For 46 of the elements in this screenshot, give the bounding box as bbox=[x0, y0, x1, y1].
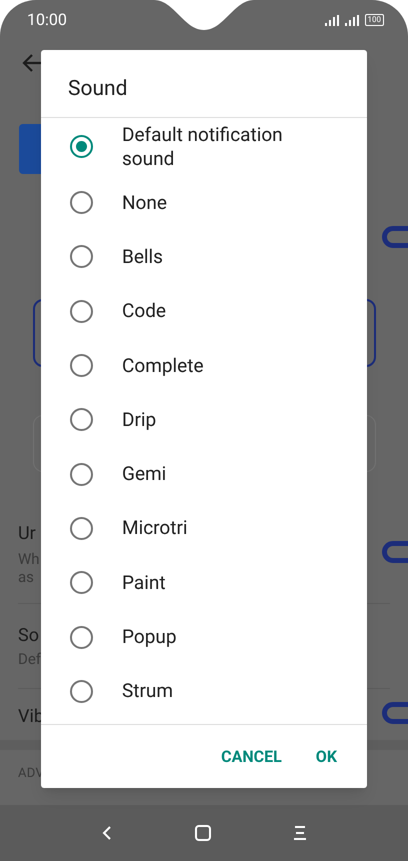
radio-button[interactable] bbox=[70, 191, 93, 214]
option-label: Default notification sound bbox=[122, 122, 284, 170]
setting-title: Ur bbox=[18, 522, 36, 546]
dialog-button[interactable]: OK bbox=[306, 738, 347, 774]
option-label: Bells bbox=[122, 244, 164, 269]
option-label: Popup bbox=[122, 625, 178, 650]
signal-icon bbox=[324, 14, 338, 26]
menu-icon[interactable] bbox=[293, 825, 307, 841]
option-label: Drip bbox=[122, 408, 158, 432]
radio-option[interactable]: Default notification sound bbox=[41, 118, 367, 176]
back-icon[interactable] bbox=[101, 825, 113, 841]
radio-button[interactable] bbox=[70, 462, 93, 486]
option-label: Code bbox=[122, 299, 167, 324]
option-label: Gemi bbox=[122, 462, 168, 486]
option-label: Complete bbox=[122, 354, 205, 378]
signal-icon bbox=[344, 14, 358, 26]
radio-button[interactable] bbox=[70, 300, 93, 323]
radio-button[interactable] bbox=[70, 408, 93, 432]
radio-option[interactable]: Gemi bbox=[41, 446, 367, 502]
status-time: 10:00 bbox=[27, 9, 67, 31]
home-icon[interactable] bbox=[195, 825, 211, 841]
option-label: Paint bbox=[122, 570, 167, 595]
radio-option[interactable]: Drip bbox=[41, 392, 367, 447]
setting-title: So bbox=[18, 624, 39, 648]
radio-option[interactable]: Complete bbox=[41, 338, 367, 393]
radio-option[interactable]: Strum bbox=[41, 664, 367, 718]
radio-option[interactable]: Paint bbox=[41, 556, 367, 610]
radio-button[interactable] bbox=[70, 135, 93, 158]
battery-indicator: 100 bbox=[364, 14, 384, 26]
option-label: None bbox=[122, 190, 168, 215]
radio-option[interactable]: Popup bbox=[41, 610, 367, 664]
back-arrow-icon[interactable] bbox=[21, 52, 43, 74]
dialog-title: Sound bbox=[68, 77, 128, 101]
radio-option[interactable]: None bbox=[41, 176, 367, 230]
option-label: Strum bbox=[122, 679, 174, 704]
radio-option[interactable]: Bells bbox=[41, 230, 367, 284]
radio-button[interactable] bbox=[70, 571, 93, 594]
radio-button[interactable] bbox=[70, 680, 93, 703]
radio-button[interactable] bbox=[70, 626, 93, 649]
radio-button[interactable] bbox=[70, 245, 93, 268]
dialog-button[interactable]: CANCEL bbox=[211, 738, 292, 774]
radio-option[interactable]: Code bbox=[41, 284, 367, 338]
option-label: Microtri bbox=[122, 516, 189, 540]
radio-button[interactable] bbox=[70, 516, 93, 540]
radio-button[interactable] bbox=[70, 354, 93, 378]
radio-option[interactable]: Microtri bbox=[41, 501, 367, 556]
